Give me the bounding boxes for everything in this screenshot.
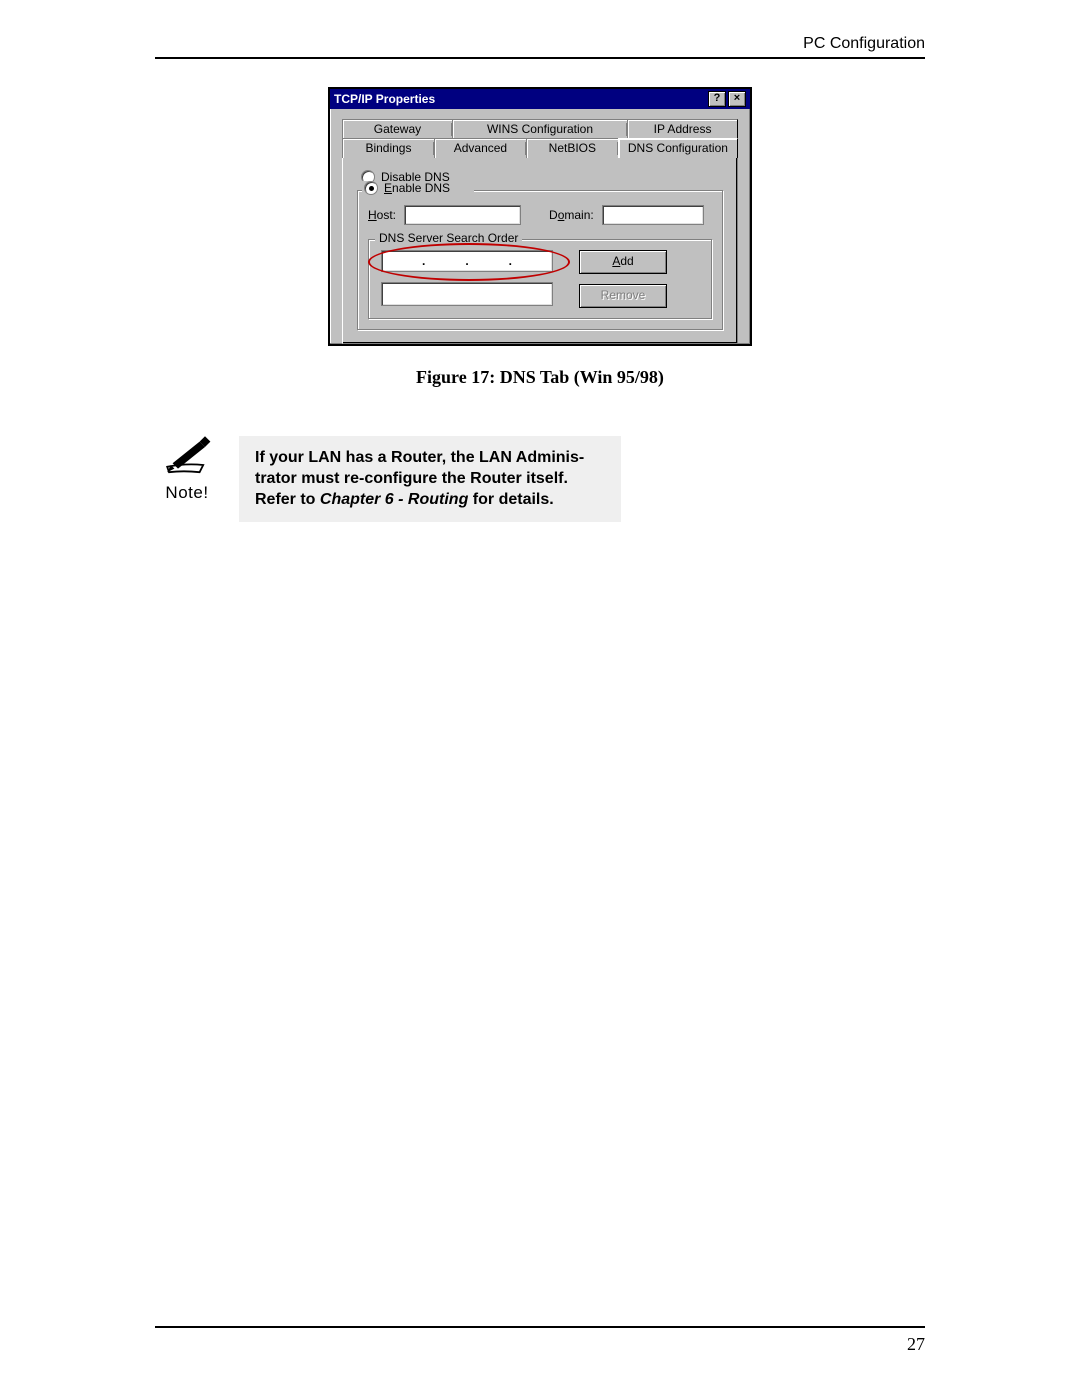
tab-gateway[interactable]: Gateway	[342, 119, 452, 139]
host-input[interactable]	[404, 205, 521, 225]
tab-dns-configuration[interactable]: DNS Configuration	[618, 138, 738, 158]
dialog-tabs: Gateway WINS Configuration IP Address Bi…	[342, 119, 738, 158]
note-text: If your LAN has a Router, the LAN Admini…	[239, 436, 621, 522]
help-icon[interactable]: ?	[708, 91, 726, 107]
host-label: Host:	[368, 208, 396, 222]
pen-note-icon	[160, 436, 214, 476]
page-header: PC Configuration	[155, 35, 925, 59]
note-label: Note!	[155, 483, 219, 503]
remove-button: Remove	[579, 284, 667, 308]
figure-caption: Figure 17: DNS Tab (Win 95/98)	[155, 367, 925, 388]
group-label: DNS Server Search Order	[375, 231, 522, 245]
page-number: 27	[907, 1334, 925, 1354]
dns-list[interactable]	[381, 282, 553, 306]
enable-dns-radio[interactable]: Enable DNS	[362, 181, 474, 195]
dns-tab-panel: Disable DNS Enable DNS Host: Domain:	[342, 157, 738, 344]
dns-ip-input[interactable]: . . .	[381, 250, 553, 272]
dialog-title: TCP/IP Properties	[334, 89, 435, 109]
radio-icon	[364, 181, 378, 195]
dialog-titlebar: TCP/IP Properties ? ×	[330, 89, 750, 109]
tab-netbios[interactable]: NetBIOS	[526, 138, 618, 158]
tcpip-properties-dialog: TCP/IP Properties ? × Gateway WINS Confi…	[328, 87, 752, 346]
note-block: Note! If your LAN has a Router, the LAN …	[155, 436, 925, 522]
tab-ip-address[interactable]: IP Address	[627, 119, 738, 139]
highlight-ellipse-icon	[368, 243, 570, 281]
domain-label: Domain:	[549, 208, 594, 222]
domain-input[interactable]	[602, 205, 704, 225]
tab-wins-configuration[interactable]: WINS Configuration	[452, 119, 627, 139]
note-icon: Note!	[155, 436, 219, 503]
figure-block: TCP/IP Properties ? × Gateway WINS Confi…	[155, 87, 925, 388]
tab-bindings[interactable]: Bindings	[342, 138, 434, 158]
add-button[interactable]: Add	[579, 250, 667, 274]
tab-advanced[interactable]: Advanced	[434, 138, 526, 158]
page-footer: 27	[155, 1326, 925, 1355]
close-icon[interactable]: ×	[728, 91, 746, 107]
dns-server-search-order-group: DNS Server Search Order . . .	[368, 239, 712, 319]
